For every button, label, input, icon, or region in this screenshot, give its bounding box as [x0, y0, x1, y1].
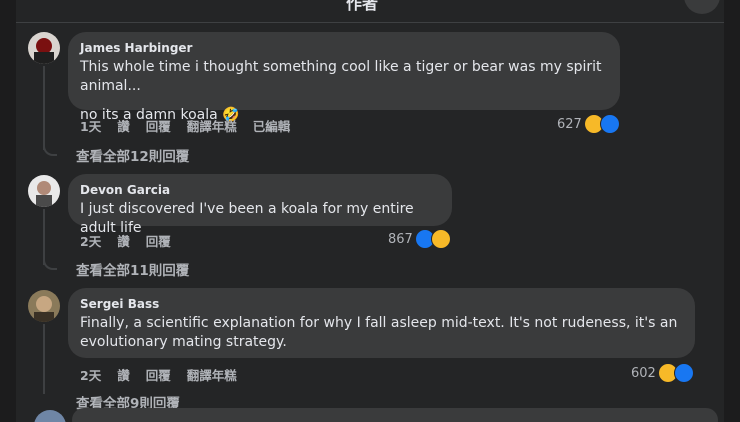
thread-connector [43, 256, 57, 270]
comment-text: This whole time i thought something cool… [80, 59, 602, 94]
avatar-image [28, 175, 60, 207]
thread-line [43, 324, 45, 394]
comment-time[interactable]: 1天 [80, 116, 101, 135]
reply-button[interactable]: 回覆 [146, 231, 171, 250]
comment-text-line2: evolutionary mating strategy. [80, 334, 287, 350]
view-replies-link[interactable]: 查看全部12則回覆 [76, 145, 189, 165]
reactions-count: 602 [631, 365, 656, 381]
comment-actions: 2天 讚 回覆 [80, 231, 171, 250]
reactions-summary[interactable]: 867 [388, 229, 451, 249]
like-button[interactable]: 讚 [117, 116, 130, 135]
haha-icon [430, 229, 451, 249]
like-button[interactable]: 讚 [117, 365, 130, 384]
like-icon [673, 363, 694, 383]
translate-button[interactable]: 翻譯年糕 [187, 365, 237, 384]
comment-bubble [72, 408, 718, 422]
avatar[interactable] [28, 32, 60, 64]
reactions-summary[interactable]: 602 [631, 363, 694, 383]
avatar[interactable] [28, 290, 60, 322]
comment-time[interactable]: 2天 [80, 231, 101, 250]
comment-author[interactable]: James Harbinger [80, 40, 608, 56]
comment-text: Finally, a scientific explanation for wh… [80, 315, 678, 331]
avatar[interactable] [28, 175, 60, 207]
comments-panel: 作者 James Harbinger This whole time i tho… [16, 0, 724, 422]
reply-button[interactable]: 回覆 [146, 116, 171, 135]
like-button[interactable]: 讚 [117, 231, 130, 250]
comment-bubble: James Harbinger This whole time i though… [68, 32, 620, 123]
header-divider [16, 22, 724, 23]
reactions-count: 627 [557, 116, 582, 132]
comment-bubble: Devon Garcia I just discovered I've been… [68, 174, 452, 236]
like-icon [599, 114, 620, 134]
avatar[interactable] [34, 410, 66, 422]
dialog-title: 作者 [346, 0, 379, 13]
reply-button[interactable]: 回覆 [146, 365, 171, 384]
comment-time[interactable]: 2天 [80, 365, 101, 384]
thread-connector [43, 142, 57, 156]
comment-actions: 1天 讚 回覆 翻譯年糕 已編輯 [80, 116, 290, 135]
avatar-image [28, 32, 60, 64]
comment-bubble: Sergei Bass Finally, a scientific explan… [68, 288, 695, 358]
view-replies-link[interactable]: 查看全部11則回覆 [76, 259, 189, 279]
reactions-summary[interactable]: 627 [557, 114, 620, 134]
translate-button[interactable]: 翻譯年糕 [187, 116, 237, 135]
comment-actions: 2天 讚 回覆 翻譯年糕 [80, 365, 237, 384]
comment-author[interactable]: Devon Garcia [80, 182, 440, 198]
edited-label: 已編輯 [252, 119, 291, 134]
comment-author[interactable]: Sergei Bass [80, 296, 683, 312]
reactions-count: 867 [388, 231, 413, 247]
close-button[interactable] [684, 0, 720, 14]
avatar-image [28, 290, 60, 322]
thread-line [43, 66, 45, 150]
